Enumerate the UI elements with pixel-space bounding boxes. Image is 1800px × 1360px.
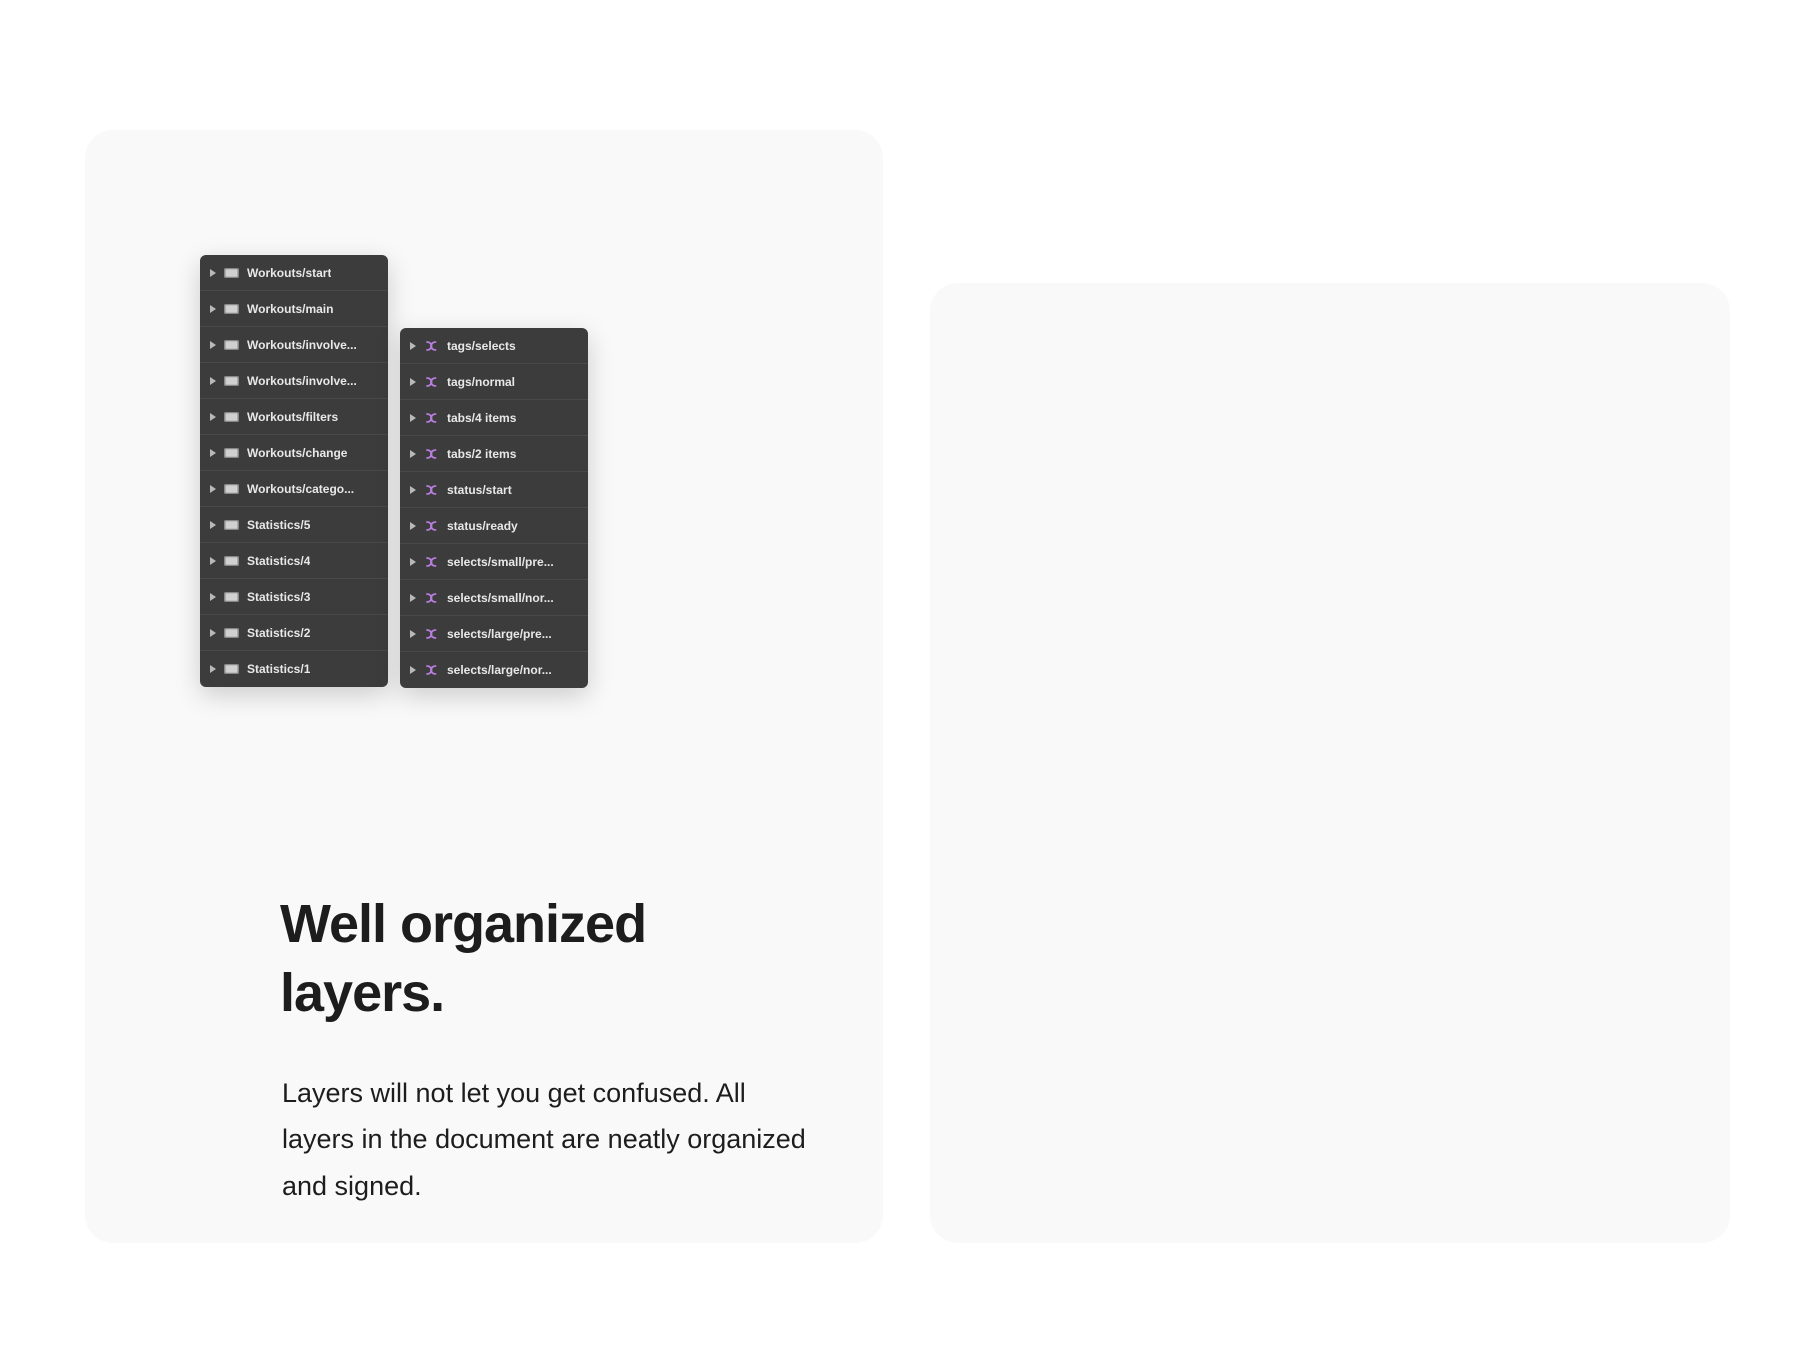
artboard-icon (223, 302, 240, 316)
artboard-icon (223, 266, 240, 280)
symbol-icon (423, 339, 440, 353)
symbol-icon (423, 411, 440, 425)
symbol-icon (423, 375, 440, 389)
artboard-icon (223, 446, 240, 460)
layer-row[interactable]: Workouts/catego... (200, 471, 388, 507)
layer-row[interactable]: selects/large/nor... (400, 652, 588, 688)
disclosure-triangle-icon[interactable] (410, 558, 416, 566)
symbol-icon (423, 663, 440, 677)
page: Workouts/start Workouts/main Workouts/invo… (0, 0, 1800, 1360)
symbol-icon (423, 483, 440, 497)
disclosure-triangle-icon[interactable] (410, 522, 416, 530)
layer-label: selects/large/pre... (447, 627, 552, 641)
disclosure-triangle-icon[interactable] (210, 449, 216, 457)
artboard-icon (223, 590, 240, 604)
layer-label: status/start (447, 483, 512, 497)
feature-card-layers: Workouts/start Workouts/main Workouts/invo… (85, 130, 883, 1243)
layer-row[interactable]: Statistics/2 (200, 615, 388, 651)
disclosure-triangle-icon[interactable] (210, 305, 216, 313)
disclosure-triangle-icon[interactable] (410, 594, 416, 602)
layer-label: Statistics/4 (247, 554, 310, 568)
feature-body-layers: Layers will not let you get confused. Al… (282, 1070, 822, 1209)
layer-row[interactable]: selects/small/nor... (400, 580, 588, 616)
layer-label: tags/normal (447, 375, 515, 389)
layer-row[interactable]: selects/large/pre... (400, 616, 588, 652)
layer-label: Workouts/involve... (247, 338, 357, 352)
artboard-icon (223, 338, 240, 352)
disclosure-triangle-icon[interactable] (410, 666, 416, 674)
symbol-icon (423, 591, 440, 605)
artboard-icon (223, 482, 240, 496)
layer-row[interactable]: Workouts/main (200, 291, 388, 327)
disclosure-triangle-icon[interactable] (210, 413, 216, 421)
layer-label: Statistics/2 (247, 626, 310, 640)
disclosure-triangle-icon[interactable] (210, 341, 216, 349)
layer-row[interactable]: Workouts/involve... (200, 363, 388, 399)
layer-row[interactable]: Statistics/1 (200, 651, 388, 687)
artboard-icon (223, 626, 240, 640)
layer-row[interactable]: tags/selects (400, 328, 588, 364)
layer-row[interactable]: status/ready (400, 508, 588, 544)
layer-row[interactable]: tabs/4 items (400, 400, 588, 436)
disclosure-triangle-icon[interactable] (210, 629, 216, 637)
disclosure-triangle-icon[interactable] (410, 450, 416, 458)
layer-row[interactable]: status/start (400, 472, 588, 508)
symbol-icon (423, 627, 440, 641)
symbol-icon (423, 519, 440, 533)
disclosure-triangle-icon[interactable] (210, 521, 216, 529)
artboard-icon (223, 374, 240, 388)
layer-row[interactable]: Workouts/involve... (200, 327, 388, 363)
layer-row[interactable]: Statistics/4 (200, 543, 388, 579)
disclosure-triangle-icon[interactable] (410, 378, 416, 386)
layer-row[interactable]: tags/normal (400, 364, 588, 400)
feature-title-layers: Well organized layers. (280, 890, 800, 1028)
disclosure-triangle-icon[interactable] (410, 630, 416, 638)
disclosure-triangle-icon[interactable] (210, 593, 216, 601)
layer-label: Workouts/change (247, 446, 347, 460)
layer-row[interactable]: selects/small/pre... (400, 544, 588, 580)
disclosure-triangle-icon[interactable] (410, 342, 416, 350)
layer-label: Workouts/involve... (247, 374, 357, 388)
layer-label: Workouts/start (247, 266, 331, 280)
layer-label: tabs/4 items (447, 411, 516, 425)
layer-row[interactable]: Statistics/5 (200, 507, 388, 543)
artboard-icon (223, 410, 240, 424)
layer-label: Workouts/catego... (247, 482, 354, 496)
disclosure-triangle-icon[interactable] (210, 377, 216, 385)
disclosure-triangle-icon[interactable] (210, 269, 216, 277)
symbol-icon (423, 447, 440, 461)
layers-panel-primary: Workouts/start Workouts/main Workouts/invo… (200, 255, 388, 687)
layer-row[interactable]: Statistics/3 (200, 579, 388, 615)
layer-label: Statistics/5 (247, 518, 310, 532)
layer-label: selects/small/pre... (447, 555, 554, 569)
layer-row[interactable]: tabs/2 items (400, 436, 588, 472)
layer-row[interactable]: Workouts/change (200, 435, 388, 471)
disclosure-triangle-icon[interactable] (410, 414, 416, 422)
layer-label: Statistics/3 (247, 590, 310, 604)
disclosure-triangle-icon[interactable] (210, 485, 216, 493)
disclosure-triangle-icon[interactable] (210, 557, 216, 565)
artboard-icon (223, 662, 240, 676)
layer-label: status/ready (447, 519, 518, 533)
feature-card-iphonex: 9:41 ●●● Search… (930, 283, 1730, 1243)
layer-label: Workouts/filters (247, 410, 338, 424)
artboard-icon (223, 554, 240, 568)
layers-panel-secondary: tags/selects tags/normal tabs/4 items tabs/… (400, 328, 588, 688)
layer-row[interactable]: Workouts/filters (200, 399, 388, 435)
layer-label: selects/large/nor... (447, 663, 552, 677)
layer-label: tabs/2 items (447, 447, 516, 461)
disclosure-triangle-icon[interactable] (410, 486, 416, 494)
layer-label: selects/small/nor... (447, 591, 554, 605)
artboard-icon (223, 518, 240, 532)
symbol-icon (423, 555, 440, 569)
layer-label: tags/selects (447, 339, 516, 353)
layer-row[interactable]: Workouts/start (200, 255, 388, 291)
layer-label: Statistics/1 (247, 662, 310, 676)
disclosure-triangle-icon[interactable] (210, 665, 216, 673)
layer-label: Workouts/main (247, 302, 333, 316)
